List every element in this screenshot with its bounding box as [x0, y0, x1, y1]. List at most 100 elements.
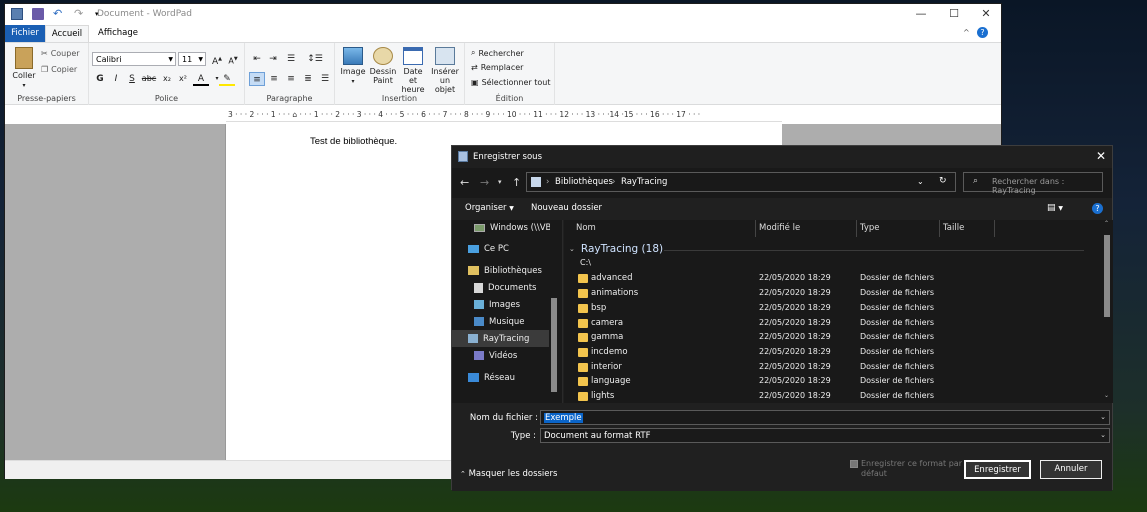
file-list-scrollbar[interactable]: ⌃ ⌄ [1101, 220, 1113, 403]
close-button[interactable]: ✕ [970, 4, 1002, 25]
minimize-button[interactable]: — [905, 4, 937, 25]
insert-object-button[interactable]: Insérer un objet [429, 47, 461, 94]
copy-button[interactable]: ❐ Copier [41, 65, 77, 74]
new-folder-button[interactable]: Nouveau dossier [531, 203, 602, 213]
align-left-icon[interactable]: ≡ [249, 72, 265, 86]
back-arrow-icon[interactable]: ← [460, 176, 469, 189]
chevron-down-icon[interactable]: ⌄ [1100, 431, 1106, 439]
scroll-down-icon[interactable]: ⌄ [1104, 392, 1109, 399]
help-icon[interactable]: ? [1092, 203, 1103, 214]
ruler[interactable]: 3 · · · 2 · · · 1 · · · ⌂ · · · 1 · · · … [226, 108, 782, 122]
strikethrough-icon[interactable]: abc [141, 72, 157, 86]
grow-font-icon[interactable]: A▲ [209, 52, 225, 67]
undo-icon[interactable]: ↶ [53, 8, 65, 20]
text-color-icon[interactable]: A [193, 72, 209, 86]
file-row[interactable]: bsp 22/05/2020 18:29 Dossier de fichiers [564, 302, 1094, 317]
help-icon[interactable]: ? [977, 27, 988, 38]
find-button[interactable]: ⌕ Rechercher [471, 48, 524, 58]
file-row[interactable]: language 22/05/2020 18:29 Dossier de fichi… [564, 375, 1094, 390]
save-button[interactable]: Enregistrer [964, 460, 1031, 479]
justify-icon[interactable]: ≣ [300, 72, 316, 86]
search-input[interactable]: ⌕ Rechercher dans : RayTracing [963, 172, 1103, 195]
collapse-ribbon-icon[interactable]: ^ [963, 28, 970, 37]
nav-item-this-pc[interactable]: Ce PC [468, 240, 509, 257]
file-row[interactable]: incdemo 22/05/2020 18:29 Dossier de fichie… [564, 346, 1094, 361]
bold-button[interactable]: G [92, 72, 108, 86]
tab-fichier[interactable]: Fichier [5, 25, 45, 42]
paste-dropdown-icon[interactable]: ▾ [22, 82, 25, 89]
nav-item-images[interactable]: Images [474, 296, 520, 313]
superscript-icon[interactable]: x² [175, 72, 191, 86]
tab-accueil[interactable]: Accueil [45, 25, 89, 42]
nav-item-network[interactable]: Réseau [468, 369, 515, 386]
bullets-icon[interactable]: ☰ [283, 52, 299, 66]
document-text[interactable]: Test de bibliothèque. [310, 136, 397, 147]
type-label: Type : [510, 431, 536, 441]
file-list-scrollbar-thumb[interactable] [1104, 235, 1110, 317]
hide-folders-button[interactable]: ⌃ Masquer les dossiers [460, 469, 557, 479]
column-header-size[interactable]: Taille [943, 220, 995, 237]
replace-button[interactable]: ⇄ Remplacer [471, 63, 523, 72]
save-format-default-checkbox[interactable]: Enregistrer ce format par défaut [850, 459, 962, 479]
italic-button[interactable]: I [108, 72, 124, 86]
nav-scrollbar[interactable] [550, 220, 558, 403]
select-all-button[interactable]: ▣ Sélectionner tout [471, 78, 551, 87]
organize-button[interactable]: Organiser ▼ [465, 203, 514, 213]
file-row[interactable]: camera 22/05/2020 18:29 Dossier de fichier… [564, 317, 1094, 332]
save-icon[interactable] [32, 8, 44, 20]
cut-button[interactable]: ✂ Couper [41, 49, 80, 58]
maximize-button[interactable]: ☐ [938, 4, 970, 25]
nav-item-documents[interactable]: Documents [474, 279, 536, 296]
chevron-down-icon[interactable]: ⌄ [1100, 413, 1106, 421]
address-bar[interactable]: › Bibliothèques › RayTracing ⌄ ↻ [526, 172, 956, 192]
insert-image-button[interactable]: Image ▾ [339, 47, 367, 86]
align-center-icon[interactable]: ≡ [266, 72, 282, 86]
column-header-modified[interactable]: Modifié le [759, 220, 857, 237]
date-time-button[interactable]: Date et heure [399, 47, 427, 94]
breadcrumb-raytracing[interactable]: RayTracing [621, 177, 667, 187]
highlight-icon[interactable]: ✎ [219, 72, 235, 86]
nav-item-libraries[interactable]: Bibliothèques [468, 262, 542, 279]
paste-button[interactable]: Coller ▾ [11, 47, 37, 90]
redo-icon[interactable]: ↷ [74, 8, 86, 20]
font-family-select[interactable]: Calibri ▼ [92, 52, 176, 66]
nav-item-videos[interactable]: Vidéos [474, 347, 517, 364]
file-row[interactable]: gamma 22/05/2020 18:29 Dossier de fichiers [564, 331, 1094, 346]
column-header-name[interactable]: Nom ^ [576, 220, 756, 237]
file-row[interactable]: lights 22/05/2020 18:29 Dossier de fichier… [564, 390, 1094, 403]
decrease-indent-icon[interactable]: ⇤ [249, 52, 265, 66]
file-type-select[interactable]: Document au format RTF ⌄ [540, 428, 1110, 443]
nav-scrollbar-thumb[interactable] [551, 298, 557, 392]
refresh-icon[interactable]: ↻ [939, 176, 947, 186]
line-spacing-icon[interactable]: ↕☰ [307, 52, 323, 66]
tab-affichage[interactable]: Affichage [95, 25, 141, 42]
column-header-type[interactable]: Type [860, 220, 940, 237]
checkbox-label: Enregistrer ce format par défaut [861, 459, 962, 478]
scroll-up-icon[interactable]: ⌃ [1104, 220, 1109, 227]
paint-drawing-button[interactable]: Dessin Paint [369, 47, 397, 85]
file-row[interactable]: advanced 22/05/2020 18:29 Dossier de fichi… [564, 272, 1094, 287]
nav-item-windows-share[interactable]: Windows (\\VBo [474, 220, 557, 236]
file-row[interactable]: animations 22/05/2020 18:29 Dossier de fic… [564, 287, 1094, 302]
up-arrow-icon[interactable]: ↑ [512, 176, 521, 189]
subscript-icon[interactable]: x₂ [159, 72, 175, 86]
file-row[interactable]: interior 22/05/2020 18:29 Dossier de fichi… [564, 361, 1094, 376]
filename-input[interactable]: Exemple ⌄ [540, 410, 1110, 425]
file-type: Dossier de fichiers [860, 347, 935, 356]
view-options-icon[interactable]: ▤ ▼ [1047, 203, 1063, 213]
chevron-down-icon[interactable]: ⌄ [917, 177, 924, 186]
close-icon[interactable]: ✕ [1096, 149, 1106, 163]
nav-item-raytracing[interactable]: RayTracing [452, 330, 549, 347]
nav-item-music[interactable]: Musique [474, 313, 525, 330]
recent-locations-icon[interactable]: ▾ [498, 178, 502, 186]
shrink-font-icon[interactable]: A▼ [225, 52, 241, 66]
increase-indent-icon[interactable]: ⇥ [265, 52, 281, 66]
forward-arrow-icon[interactable]: → [480, 176, 489, 189]
group-header[interactable]: ⌄ RayTracing (18) [569, 243, 1084, 255]
font-size-select[interactable]: 11 ▼ [178, 52, 206, 66]
cancel-button[interactable]: Annuler [1040, 460, 1102, 479]
breadcrumb-libraries[interactable]: Bibliothèques [555, 177, 613, 187]
paragraph-settings-icon[interactable]: ☰ [317, 72, 333, 86]
align-right-icon[interactable]: ≡ [283, 72, 299, 86]
underline-button[interactable]: S [124, 72, 140, 86]
